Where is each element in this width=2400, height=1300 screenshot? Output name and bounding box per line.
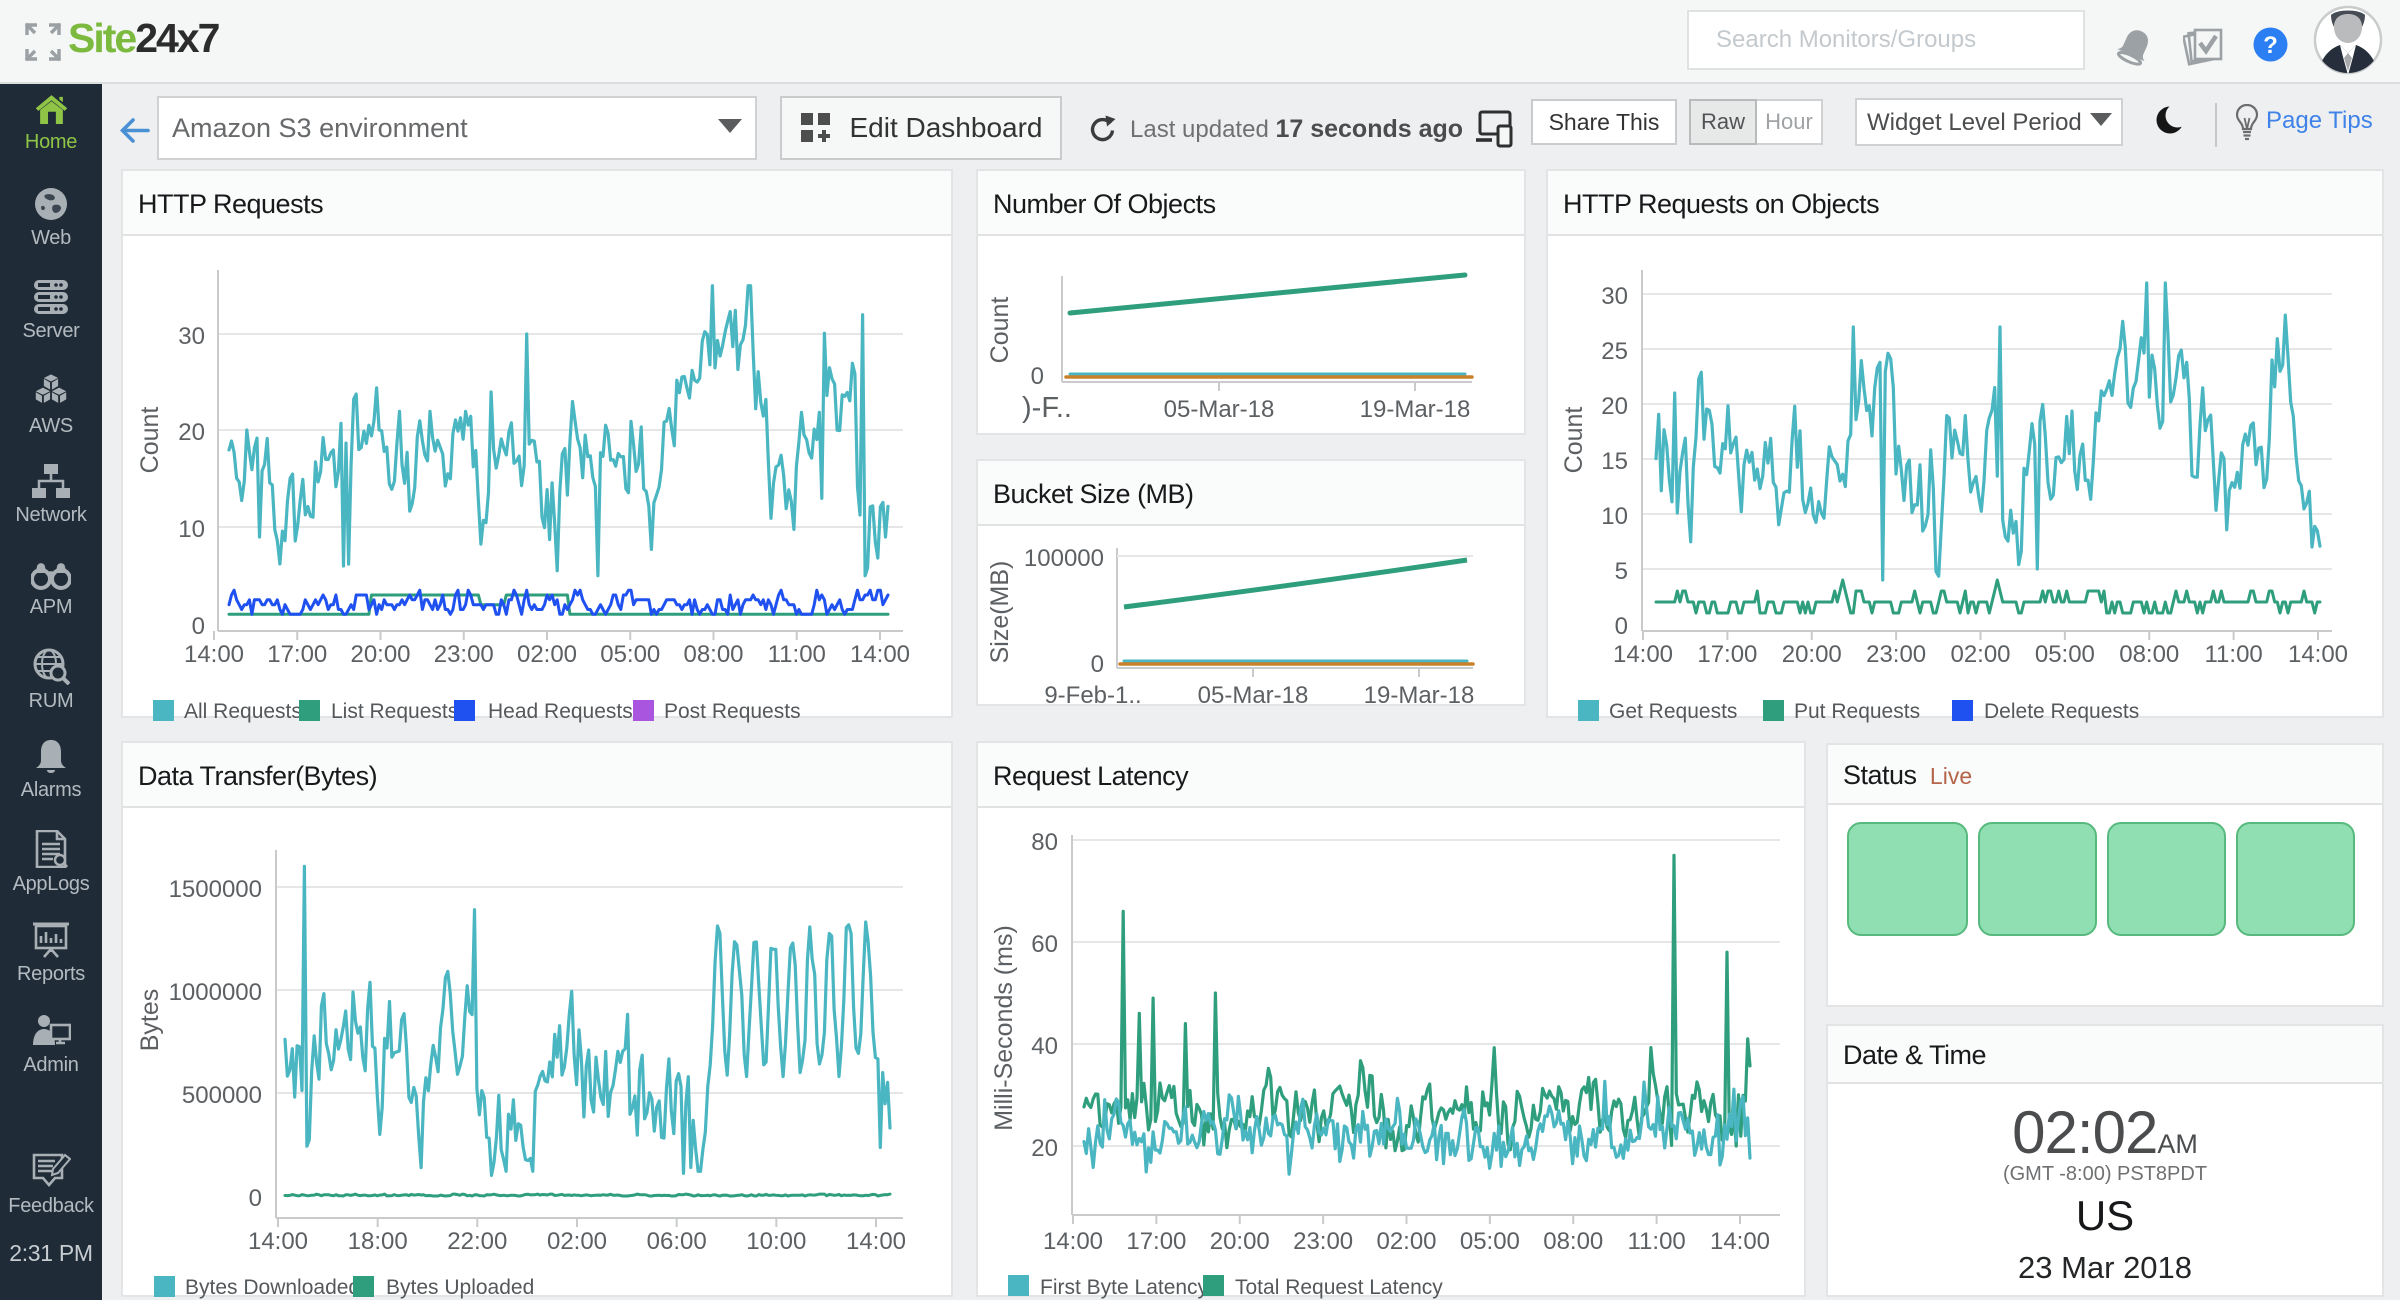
svg-text:?: ?	[2263, 32, 2278, 59]
